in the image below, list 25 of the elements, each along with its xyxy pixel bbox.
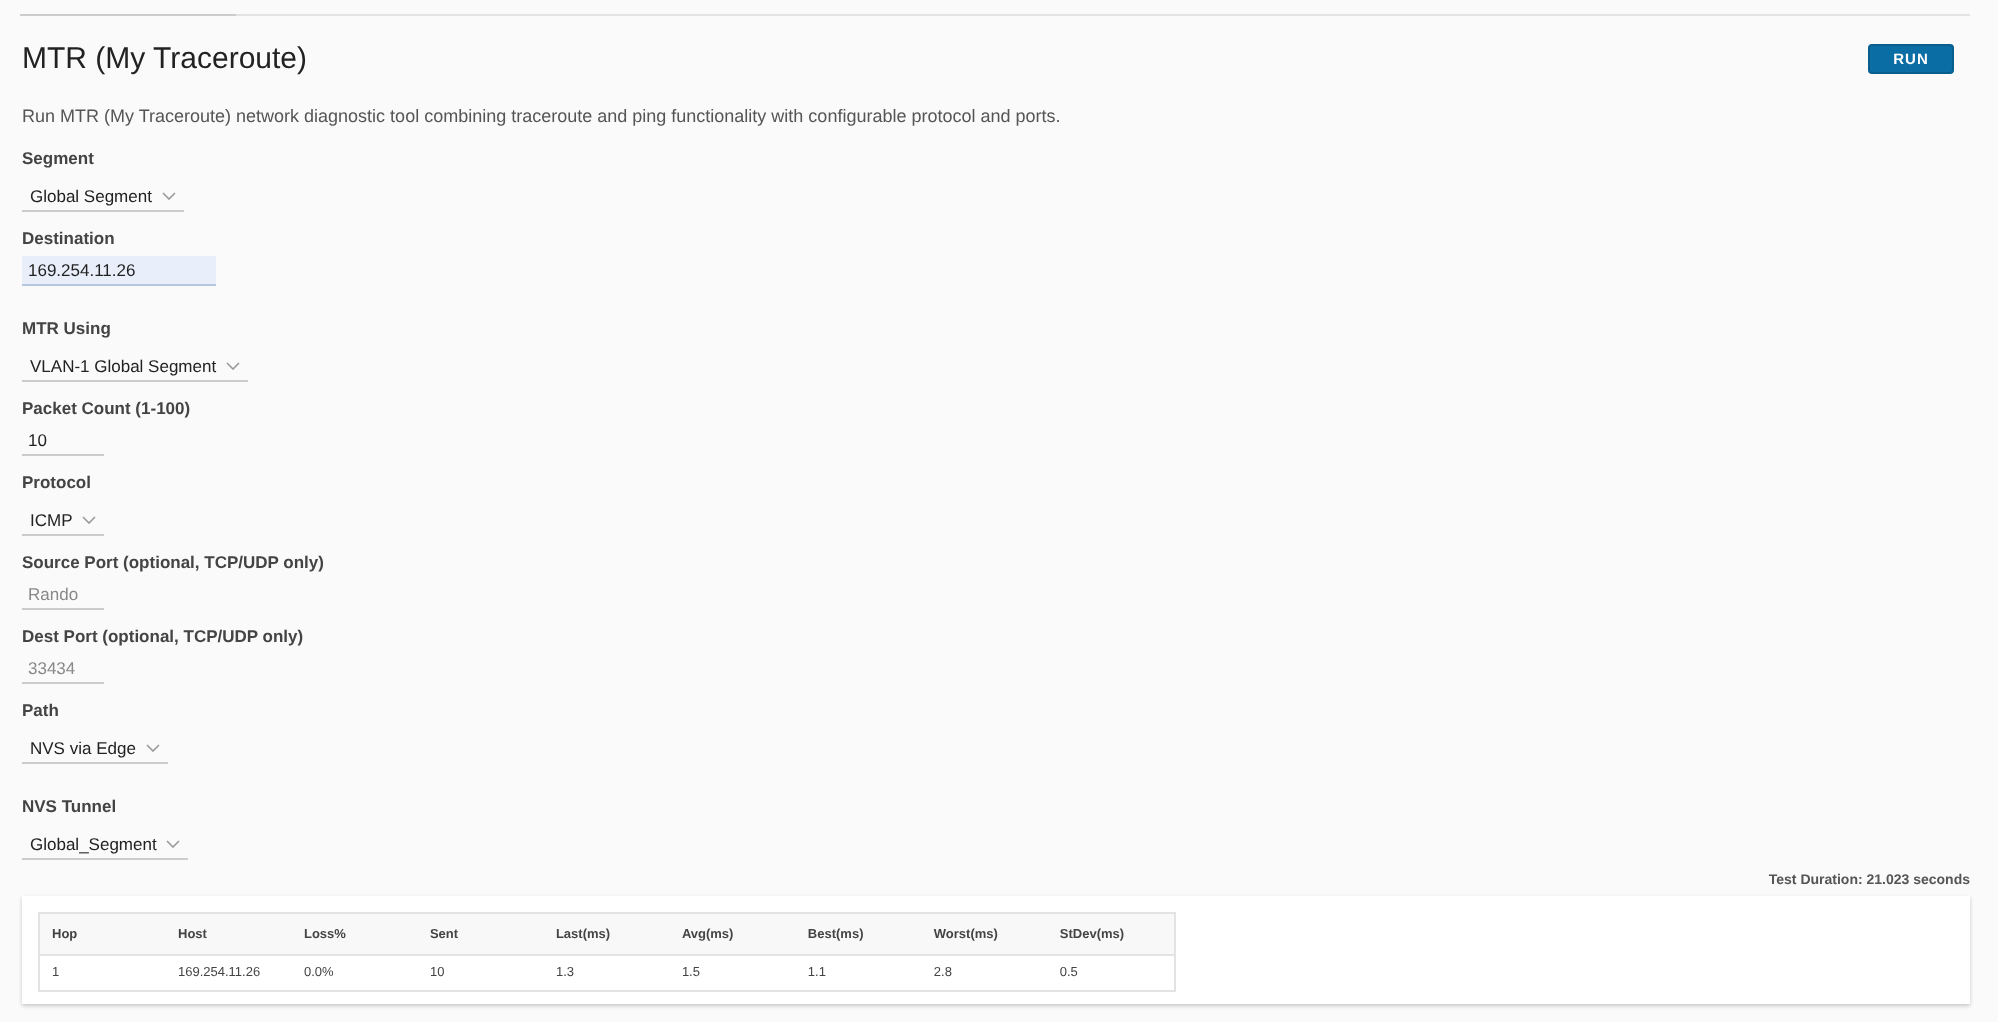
caret-icon	[145, 744, 160, 752]
caret-icon	[82, 516, 97, 524]
input-field[interactable]: 169.254.11.26	[22, 256, 216, 286]
field-label: Packet Count (1-100)	[22, 396, 193, 420]
field-label: Dest Port (optional, TCP/UDP only)	[22, 624, 306, 648]
input-field[interactable]: 33434	[22, 654, 104, 684]
dropdown[interactable]: ICMP	[22, 506, 105, 536]
dropdown[interactable]: NVS via Edge	[22, 734, 168, 764]
field-label: Destination	[22, 226, 117, 250]
dropdown[interactable]: VLAN-1 Global Segment	[22, 352, 249, 382]
page-title: MTR (My Traceroute)	[22, 42, 308, 76]
dropdown[interactable]: Global Segment	[22, 182, 184, 212]
field-label: Protocol	[22, 470, 93, 494]
description-text: Run MTR (My Traceroute) network diagnostic tool combining traceroute and ping functionality with configurable protocol and ports.	[22, 106, 1063, 126]
caret-icon	[226, 362, 241, 370]
field-label: NVS Tunnel	[22, 794, 119, 818]
field-label: MTR Using	[22, 316, 113, 340]
field-label: Segment	[22, 146, 96, 170]
input-field[interactable]: Rando	[22, 580, 104, 610]
caret-icon	[166, 840, 181, 848]
caret-icon	[161, 192, 176, 200]
field-label: Path	[22, 698, 61, 722]
field-label: Source Port (optional, TCP/UDP only)	[22, 550, 326, 574]
input-field[interactable]: 10	[22, 426, 104, 456]
dropdown[interactable]: Global_Segment	[22, 830, 189, 860]
